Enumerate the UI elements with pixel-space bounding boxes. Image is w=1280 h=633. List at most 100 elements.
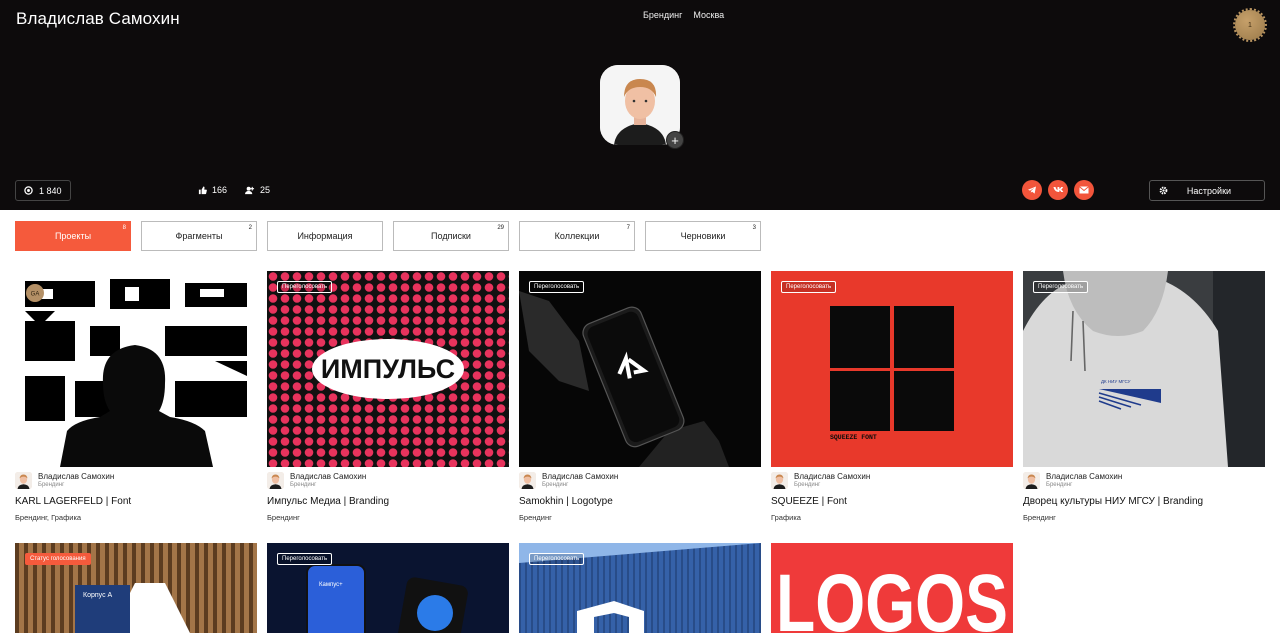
project-thumbnail[interactable]: Корпус А Статус голосования [15,543,257,633]
settings-label: Настройки [1186,185,1232,196]
award-seal[interactable]: 1 [1233,8,1267,42]
mail-icon[interactable] [1074,180,1094,200]
thumbs-up-icon [198,185,207,194]
project-title[interactable]: SQUEEZE | Font [771,496,1013,507]
artwork-korpus-text: Корпус А [83,592,113,599]
tag-branding[interactable]: Брендинг [643,10,682,20]
vk-icon[interactable] [1048,180,1068,200]
project-card[interactable]: LOGOS [771,543,1013,633]
project-author[interactable]: Владислав Самохин Брендинг [519,472,761,489]
tab-count: 3 [752,225,756,231]
avatar-add-button[interactable]: + [666,131,684,149]
profile-name: Владислав Самохин [16,9,180,28]
author-role: Брендинг [290,482,317,488]
artwork-logos-text: LOGOS [776,558,1008,633]
project-title[interactable]: Импульс Медиа | Branding [267,496,509,507]
profile-header: Владислав Самохин Брендинг Москва 1 + 1 … [0,0,1280,210]
tab-fragments[interactable]: Фрагменты 2 [141,221,257,251]
author-avatar [1023,472,1040,489]
author-avatar [771,472,788,489]
tab-label: Проекты [54,231,92,241]
revote-button[interactable]: Переголосовать [781,281,837,293]
artwork-impuls-text: ИМПУЛЬС [321,354,455,384]
views-counter: 1 840 [15,180,71,201]
project-category: Брендинг [267,513,300,522]
project-category: Брендинг, Графика [15,513,82,522]
tab-label: Фрагменты [175,231,223,241]
project-card[interactable]: Владислав Самохин Брендинг KARL LAGERFELD… [15,271,257,522]
tab-label: Информация [297,231,353,241]
tab-count: 7 [626,225,630,231]
tab-projects[interactable]: Проекты 8 [15,221,131,251]
project-author[interactable]: Владислав Самохин Брендинг [267,472,509,489]
project-title[interactable]: Дворец культуры НИУ МГСУ | Branding [1023,496,1265,507]
project-author[interactable]: Владислав Самохин Брендинг [771,472,1013,489]
author-avatar [519,472,536,489]
profile-tabs: Проекты 8 Фрагменты 2 Информация Подписки 2… [15,221,761,251]
author-avatar [267,472,284,489]
author-name: Владислав Самохин [290,472,367,481]
revote-button[interactable]: Переголосовать [529,553,585,565]
project-title[interactable]: Samokhin | Logotype [519,496,761,507]
project-card[interactable]: ИМПУЛЬС Переголосовать Владислав Самохин… [267,271,509,522]
revote-button[interactable]: Переголосовать [529,281,585,293]
author-name: Владислав Самохин [38,472,115,481]
tab-count: 2 [248,225,252,231]
project-thumbnail[interactable]: SQUEEZE FONT Переголосовать [771,271,1013,467]
voting-status-badge: Статус голосования [25,553,91,565]
author-name: Владислав Самохин [542,472,619,481]
project-category: Графика [771,513,801,522]
tab-label: Коллекции [554,231,600,241]
author-role: Брендинг [542,482,569,488]
ga-badge-text: GA [31,292,40,298]
tab-label: Черновики [680,231,726,241]
project-card[interactable]: Переголосовать Владислав Самохин Брендинг… [519,271,761,522]
project-author[interactable]: Владислав Самохин Брендинг [15,472,257,489]
project-card[interactable]: ДК НИУ МГСУ Переголосовать Владислав Сам… [1023,271,1265,522]
project-author[interactable]: Владислав Самохин Брендинг [1023,472,1265,489]
project-category: Брендинг [519,513,552,522]
award-seal-count: 1 [1248,21,1252,29]
project-card[interactable]: Корпус А Статус голосования [15,543,257,633]
author-role: Брендинг [1046,482,1073,488]
project-thumbnail[interactable]: Кампус+ Переголосовать [267,543,509,633]
revote-button[interactable]: Переголосовать [1033,281,1089,293]
tab-info[interactable]: Информация [267,221,383,251]
project-thumbnail[interactable]: ИМПУЛЬС Переголосовать [267,271,509,467]
tab-label: Подписки [431,231,471,241]
author-avatar [15,472,32,489]
settings-button[interactable]: Настройки [1149,180,1265,201]
project-thumbnail[interactable]: LOGOS [771,543,1013,633]
social-links [1022,180,1094,200]
artwork-squeeze-text: SQUEEZE FONT [830,434,877,441]
project-card[interactable]: Кампус+ Переголосовать [267,543,509,633]
profile-tags: Брендинг Москва [643,10,724,20]
author-name: Владислав Самохин [794,472,871,481]
project-thumbnail[interactable]: Переголосовать [519,271,761,467]
author-role: Брендинг [38,482,65,488]
revote-button[interactable]: Переголосовать [277,281,333,293]
ga-badge: GA [25,283,45,308]
followers-count: 25 [260,185,271,195]
project-title[interactable]: KARL LAGERFELD | Font [15,496,257,507]
telegram-icon[interactable] [1022,180,1042,200]
likes-count: 166 [212,185,228,195]
project-thumbnail[interactable] [15,271,257,467]
author-role: Брендинг [794,482,821,488]
project-thumbnail[interactable]: ДК НИУ МГСУ Переголосовать [1023,271,1265,467]
tab-count: 29 [497,225,504,231]
views-icon [24,186,33,195]
tab-subscriptions[interactable]: Подписки 29 [393,221,509,251]
followers-icon [245,186,255,194]
project-card[interactable]: SQUEEZE FONT Переголосовать Владислав Са… [771,271,1013,522]
project-thumbnail[interactable]: Переголосовать [519,543,761,633]
gear-icon [1159,186,1168,195]
tag-city[interactable]: Москва [693,10,724,20]
project-category: Брендинг [1023,513,1056,522]
views-count: 1 840 [39,185,62,196]
tab-collections[interactable]: Коллекции 7 [519,221,635,251]
profile-stats: 166 25 [198,185,270,195]
project-card[interactable]: Переголосовать [519,543,761,633]
revote-button[interactable]: Переголосовать [277,553,333,565]
tab-drafts[interactable]: Черновики 3 [645,221,761,251]
